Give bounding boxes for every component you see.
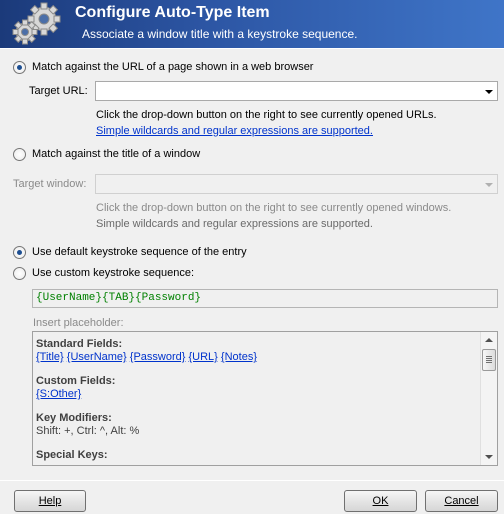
insert-placeholder-label: Insert placeholder:	[33, 317, 124, 329]
match-url-radio[interactable]	[13, 61, 26, 74]
target-window-label: Target window:	[13, 178, 87, 190]
custom-sequence-label[interactable]: Use custom keystroke sequence:	[32, 267, 194, 279]
key-modifiers-text: Shift: +, Ctrl: ^, Alt: %	[36, 425, 140, 437]
banner-separator	[0, 48, 504, 49]
help-button[interactable]: Help	[14, 490, 86, 512]
cancel-button-label: Cancel	[444, 495, 479, 507]
special-keys-heading: Special Keys:	[36, 449, 108, 461]
default-sequence-label[interactable]: Use default keystroke sequence of the en…	[32, 246, 247, 258]
placeholder-panel[interactable]: Standard Fields: {Title} {UserName} {Pas…	[32, 331, 498, 466]
ok-button[interactable]: OK	[344, 490, 417, 512]
placeholder-password-link[interactable]: {Password}	[130, 351, 186, 363]
target-window-hint: Click the drop-down button on the right …	[96, 202, 452, 214]
window-wildcards-note: Simple wildcards and regular expressions…	[96, 218, 373, 230]
gears-icon	[10, 2, 64, 46]
match-url-label[interactable]: Match against the URL of a page shown in…	[32, 61, 313, 73]
help-button-label: Help	[38, 495, 62, 507]
key-modifiers-heading: Key Modifiers:	[36, 412, 112, 424]
dialog-title: Configure Auto-Type Item	[75, 4, 270, 21]
custom-fields-heading: Custom Fields:	[36, 375, 116, 387]
wildcards-help-link[interactable]: Simple wildcards and regular expressions…	[96, 125, 373, 137]
placeholder-username-link[interactable]: {UserName}	[67, 351, 127, 363]
scroll-down-icon[interactable]	[481, 448, 497, 465]
custom-sequence-radio[interactable]	[13, 267, 26, 280]
placeholder-url-link[interactable]: {URL}	[189, 351, 218, 363]
match-window-radio[interactable]	[13, 148, 26, 161]
scroll-up-icon[interactable]	[481, 332, 497, 349]
footer-separator	[0, 480, 504, 481]
target-window-combo[interactable]	[95, 174, 498, 194]
target-url-hint: Click the drop-down button on the right …	[96, 109, 437, 121]
default-sequence-radio[interactable]	[13, 246, 26, 259]
target-url-combo[interactable]	[95, 81, 498, 101]
placeholder-scrollbar[interactable]	[480, 332, 497, 465]
chevron-down-icon[interactable]	[480, 82, 497, 100]
placeholder-notes-link[interactable]: {Notes}	[221, 351, 257, 363]
dialog-subtitle: Associate a window title with a keystrok…	[82, 27, 358, 41]
placeholder-title-link[interactable]: {Title}	[36, 351, 64, 363]
standard-fields-heading: Standard Fields:	[36, 338, 123, 350]
scrollbar-thumb[interactable]	[482, 349, 496, 371]
ok-button-label: OK	[372, 495, 389, 507]
cancel-button[interactable]: Cancel	[425, 490, 498, 512]
placeholder-s-other-link[interactable]: {S:Other}	[36, 388, 81, 400]
match-window-label[interactable]: Match against the title of a window	[32, 148, 200, 160]
custom-sequence-field[interactable]: {UserName}{TAB}{Password}	[32, 289, 498, 308]
dialog-banner: Configure Auto-Type Item Associate a win…	[0, 0, 504, 48]
standard-fields-list: {Title} {UserName} {Password} {URL} {Not…	[36, 351, 479, 364]
chevron-down-icon[interactable]	[480, 175, 497, 193]
target-url-label: Target URL:	[29, 85, 88, 97]
